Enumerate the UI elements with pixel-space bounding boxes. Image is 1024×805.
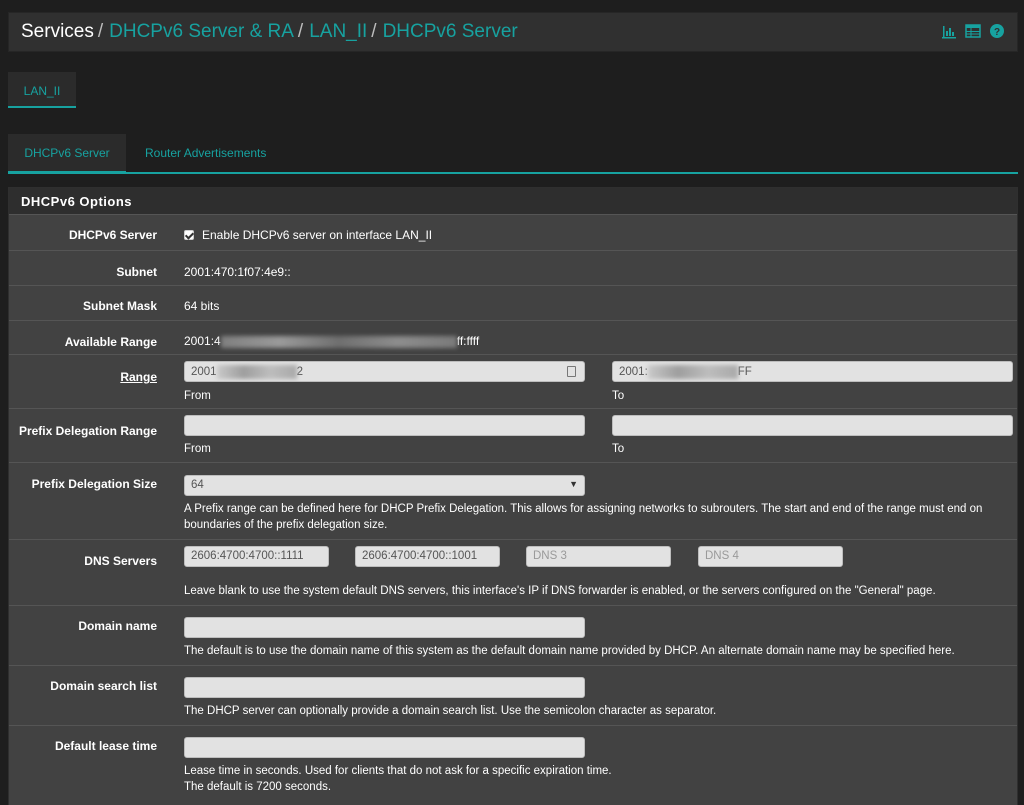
range-to-input[interactable]: 2001: FF bbox=[612, 361, 1013, 382]
label-domain-name: Domain name bbox=[78, 619, 157, 633]
range-from-label: From bbox=[184, 390, 211, 402]
dns-help: Leave blank to use the system default DN… bbox=[184, 585, 936, 597]
breadcrumb: Services / DHCPv6 Server & RA / LAN_II / DHCPv… bbox=[21, 21, 518, 43]
label-subnet-mask: Subnet Mask bbox=[82, 299, 157, 313]
label-subnet: Subnet bbox=[116, 265, 157, 279]
label-default-lease: Default lease time bbox=[54, 739, 157, 753]
row-available-range: Available Range 2001:4 ff:ffff bbox=[9, 320, 1017, 354]
default-lease-help: Lease time in seconds. Used for clients … bbox=[184, 765, 612, 777]
subnet-value: 2001:470:1f07:4e9:: bbox=[184, 265, 291, 279]
chevron-down-icon: ▼ bbox=[569, 479, 578, 489]
dns2-input[interactable]: 2606:4700:4700::1001 bbox=[355, 546, 500, 567]
breadcrumb-dhcpv6-ra[interactable]: DHCPv6 Server & RA bbox=[109, 21, 294, 42]
breadcrumb-dhcpv6-server[interactable]: DHCPv6 Server bbox=[383, 21, 518, 42]
label-available-range: Available Range bbox=[64, 335, 157, 349]
default-lease-default: The default is 7200 seconds. bbox=[184, 781, 332, 793]
label-dhcpv6-server: DHCPv6 Server bbox=[68, 228, 157, 242]
subtab-bar: DHCPv6 Server Router Advertisements bbox=[8, 134, 1018, 174]
label-pd-size: Prefix Delegation Size bbox=[31, 477, 157, 491]
label-pd-range: Prefix Delegation Range bbox=[18, 424, 157, 438]
row-subnet: Subnet 2001:470:1f07:4e9:: bbox=[9, 250, 1017, 285]
svg-text:?: ? bbox=[994, 27, 1000, 38]
breadcrumb-separator: / bbox=[371, 21, 377, 42]
available-range-suffix: ff:ffff bbox=[456, 334, 480, 348]
subnet-mask-value: 64 bits bbox=[184, 299, 220, 313]
pd-size-select[interactable]: 64 ▼ bbox=[184, 475, 585, 496]
tab-dhcpv6-server[interactable]: DHCPv6 Server bbox=[8, 134, 126, 174]
pd-range-to-label: To bbox=[612, 443, 625, 455]
breadcrumb-lan-ii[interactable]: LAN_II bbox=[309, 21, 367, 42]
row-dns-servers: DNS Servers 2606:4700:4700::1111 2606:47… bbox=[9, 539, 1017, 605]
domain-search-help: The DHCP server can optionally provide a… bbox=[184, 705, 717, 717]
row-default-lease: Default lease time Lease time in seconds… bbox=[9, 725, 1017, 805]
row-pd-size: Prefix Delegation Size 64 ▼ A Prefix ran… bbox=[9, 462, 1017, 539]
pd-range-from-input[interactable] bbox=[184, 415, 585, 436]
row-subnet-mask: Subnet Mask 64 bits bbox=[9, 285, 1017, 320]
domain-name-input[interactable] bbox=[184, 617, 585, 638]
dhcpv6-options-panel: DHCPv6 Options DHCPv6 Server Enable DHCP… bbox=[8, 187, 1018, 805]
enable-checkbox[interactable] bbox=[184, 230, 194, 240]
pd-range-to-input[interactable] bbox=[612, 415, 1013, 436]
breadcrumb-services: Services bbox=[21, 21, 94, 42]
help-icon[interactable]: ? bbox=[989, 23, 1005, 39]
available-range-value: 2001:4 ff:ffff bbox=[184, 334, 479, 348]
tab-router-advertisements[interactable]: Router Advertisements bbox=[145, 134, 266, 174]
table-icon[interactable] bbox=[965, 23, 981, 39]
default-lease-input[interactable] bbox=[184, 737, 585, 758]
range-to-label: To bbox=[612, 390, 625, 402]
label-domain-search: Domain search list bbox=[50, 679, 157, 693]
label-range[interactable]: Range bbox=[120, 370, 157, 384]
range-from-input[interactable]: 2001 2 bbox=[184, 361, 585, 382]
panel-title: DHCPv6 Options bbox=[9, 188, 1017, 214]
row-enable: DHCPv6 Server Enable DHCPv6 server on in… bbox=[9, 214, 1017, 250]
row-pd-range: Prefix Delegation Range From To bbox=[9, 408, 1017, 462]
dns4-input[interactable]: DNS 4 bbox=[698, 546, 843, 567]
pd-range-from-label: From bbox=[184, 443, 211, 455]
row-range: Range 2001 2 From 2001: FF To bbox=[9, 354, 1017, 408]
enable-label: Enable DHCPv6 server on interface LAN_II bbox=[202, 228, 433, 242]
pd-size-help: A Prefix range can be defined here for D… bbox=[184, 503, 983, 531]
available-range-prefix: 2001:4 bbox=[184, 334, 221, 348]
bar-chart-icon[interactable] bbox=[941, 23, 957, 39]
domain-search-input[interactable] bbox=[184, 677, 585, 698]
breadcrumb-separator: / bbox=[297, 21, 304, 42]
domain-name-help: The default is to use the domain name of… bbox=[184, 645, 955, 657]
redacted-block bbox=[216, 365, 297, 379]
page-header: Services / DHCPv6 Server & RA / LAN_II / DHCPv… bbox=[8, 12, 1018, 52]
breadcrumb-separator: / bbox=[97, 21, 104, 42]
interface-tab-lan-ii[interactable]: LAN_II bbox=[8, 72, 76, 108]
dns1-input[interactable]: 2606:4700:4700::1111 bbox=[184, 546, 329, 567]
redacted-block bbox=[220, 335, 457, 348]
redacted-block bbox=[647, 365, 738, 379]
input-helper-icon bbox=[567, 366, 576, 377]
row-domain-search: Domain search list The DHCP server can o… bbox=[9, 665, 1017, 725]
dns3-input[interactable]: DNS 3 bbox=[526, 546, 671, 567]
row-domain-name: Domain name The default is to use the do… bbox=[9, 605, 1017, 665]
label-dns-servers: DNS Servers bbox=[84, 554, 157, 568]
